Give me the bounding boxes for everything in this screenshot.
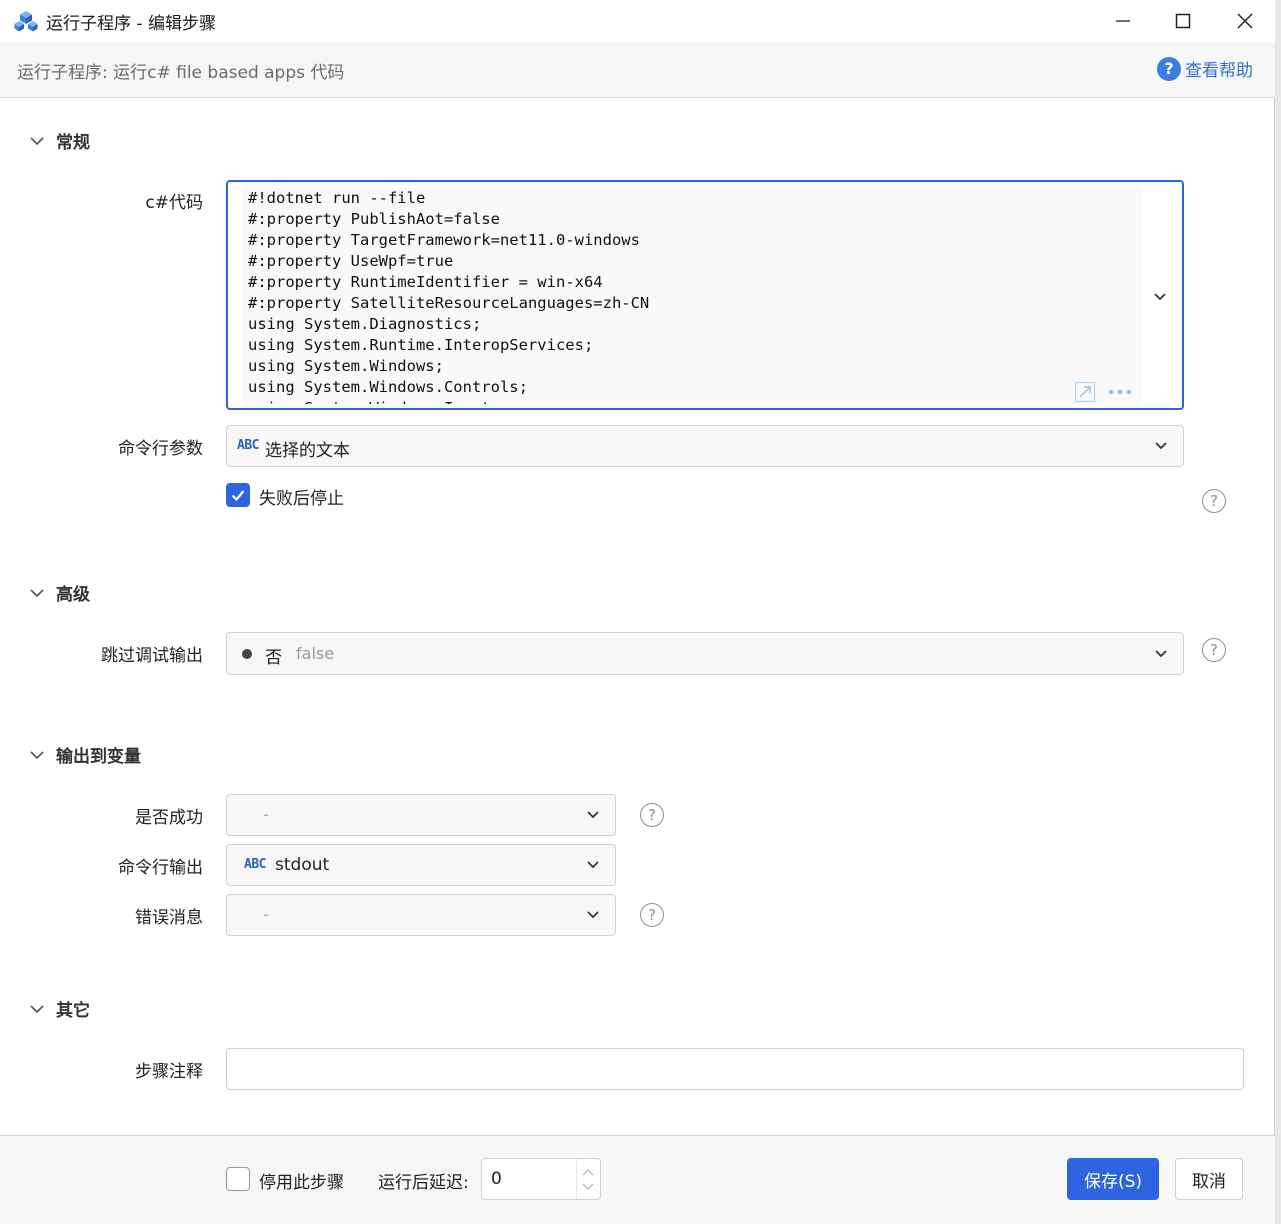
code-line: using System.Runtime.InteropServices; <box>248 336 594 354</box>
text-type-icon: ABC <box>244 857 266 872</box>
check-icon <box>231 490 245 502</box>
question-icon[interactable]: ? <box>1202 638 1226 662</box>
skip-debug-value: 否 <box>265 648 282 668</box>
code-line: #:property PublishAot=false <box>248 210 500 228</box>
code-line: using System.Diagnostics; <box>248 315 482 333</box>
help-label: 查看帮助 <box>1185 61 1253 81</box>
question-icon[interactable]: ? <box>640 903 664 927</box>
code-line: using System.Windows; <box>248 357 444 375</box>
section-advanced-toggle[interactable]: 高级 <box>28 580 90 605</box>
minimize-icon <box>1116 20 1130 22</box>
stop-on-fail-label: 失败后停止 <box>259 489 344 509</box>
section-advanced-title: 高级 <box>56 585 90 605</box>
chevron-down-icon[interactable] <box>1152 289 1168 305</box>
stepper-divider <box>576 1159 577 1199</box>
code-line: #:property UseWpf=true <box>248 252 454 270</box>
success-value: - <box>263 805 270 825</box>
chevron-down-icon <box>587 861 599 869</box>
chevron-down-icon <box>587 811 599 819</box>
chevron-up-icon[interactable] <box>581 1167 595 1177</box>
delay-label: 运行后延迟: <box>378 1173 469 1193</box>
stdout-variable-select[interactable]: ABC stdout <box>226 844 616 886</box>
delay-value: 0 <box>491 1169 502 1189</box>
close-button[interactable] <box>1214 0 1276 42</box>
code-editor[interactable]: #!dotnet run --file #:property PublishAot… <box>226 180 1184 410</box>
app-cube-icon <box>14 11 38 32</box>
stop-on-fail-checkbox[interactable] <box>226 483 250 507</box>
skip-debug-label: 跳过调试输出 <box>101 646 203 666</box>
chevron-down-icon <box>30 136 44 145</box>
dot-icon <box>242 649 252 659</box>
background-window-edge <box>1275 0 1281 1224</box>
args-label: 命令行参数 <box>118 439 203 459</box>
code-editor-tools <box>1074 381 1136 403</box>
maximize-icon <box>1175 13 1191 29</box>
stdout-label: 命令行输出 <box>118 858 203 878</box>
section-output-title: 输出到变量 <box>56 747 141 767</box>
cancel-button[interactable]: 取消 <box>1175 1158 1243 1200</box>
question-icon[interactable]: ? <box>1202 489 1226 513</box>
maximize-button[interactable] <box>1152 0 1214 42</box>
step-note-input[interactable] <box>226 1048 1244 1090</box>
note-label: 步骤注释 <box>135 1062 203 1082</box>
chevron-down-icon <box>30 1004 44 1013</box>
delay-stepper[interactable]: 0 <box>481 1158 601 1200</box>
section-output-toggle[interactable]: 输出到变量 <box>28 742 141 767</box>
step-header: 运行子程序: 运行c# file based apps 代码 ? 查看帮助 <box>0 42 1275 98</box>
error-value: - <box>263 905 270 925</box>
chevron-down-icon <box>1155 649 1167 657</box>
edit-step-window: 运行子程序 - 编辑步骤 运行子程序: 运行c# file based apps… <box>0 0 1275 1224</box>
args-value: 选择的文本 <box>265 441 350 461</box>
expand-icon[interactable] <box>1074 381 1096 403</box>
disable-step-checkbox[interactable] <box>226 1167 250 1191</box>
code-label: c#代码 <box>145 193 203 213</box>
skip-debug-select[interactable]: 否 false <box>226 632 1184 675</box>
success-label: 是否成功 <box>135 808 203 828</box>
code-line: #:property TargetFramework=net11.0-windo… <box>248 231 640 249</box>
text-type-icon: ABC <box>237 438 259 453</box>
chevron-down-icon <box>30 750 44 759</box>
code-line: using System.Windows.Controls; <box>248 378 528 396</box>
code-text-area[interactable]: #!dotnet run --file #:property PublishAot… <box>242 188 1142 404</box>
save-button[interactable]: 保存(S) <box>1067 1158 1159 1200</box>
code-line: using System.Windows.Input; <box>242 398 1142 404</box>
more-icon[interactable] <box>1106 387 1136 397</box>
help-icon: ? <box>1157 56 1181 81</box>
skip-debug-hint: false <box>296 644 335 663</box>
chevron-down-icon[interactable] <box>581 1182 595 1192</box>
stdout-value: stdout <box>275 855 330 875</box>
window-title: 运行子程序 - 编辑步骤 <box>46 14 216 34</box>
args-select[interactable]: ABC 选择的文本 <box>226 425 1184 467</box>
minimize-button[interactable] <box>1092 0 1154 42</box>
code-line: #!dotnet run --file <box>248 189 426 207</box>
chevron-down-icon <box>1155 442 1167 450</box>
error-variable-select[interactable]: - <box>226 894 616 936</box>
error-label: 错误消息 <box>135 908 203 928</box>
question-icon[interactable]: ? <box>640 803 664 827</box>
title-bar: 运行子程序 - 编辑步骤 <box>0 0 1275 42</box>
close-icon <box>1237 13 1253 29</box>
help-link[interactable]: ? 查看帮助 <box>1157 56 1253 81</box>
step-subtitle: 运行子程序: 运行c# file based apps 代码 <box>17 63 345 83</box>
section-general-title: 常规 <box>56 133 90 153</box>
section-general-toggle[interactable]: 常规 <box>28 128 90 153</box>
disable-step-label: 停用此步骤 <box>259 1173 344 1193</box>
section-other-title: 其它 <box>56 1001 90 1021</box>
section-other-toggle[interactable]: 其它 <box>28 996 90 1021</box>
code-line: #:property RuntimeIdentifier = win-x64 <box>248 273 603 291</box>
success-variable-select[interactable]: - <box>226 794 616 836</box>
chevron-down-icon <box>587 911 599 919</box>
code-line: #:property SatelliteResourceLanguages=zh… <box>248 294 650 312</box>
chevron-down-icon <box>30 588 44 597</box>
